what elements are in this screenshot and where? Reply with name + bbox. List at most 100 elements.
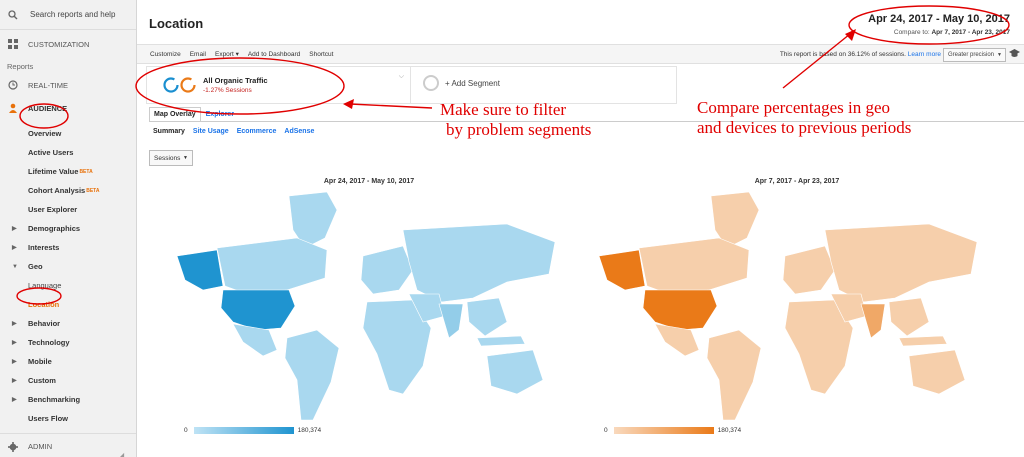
sidebar-search[interactable]: Search reports and help (0, 0, 136, 30)
alaska (177, 249, 224, 291)
date-range-picker[interactable]: Apr 24, 2017 - May 10, 2017 Compare to: … (868, 13, 1010, 36)
tab-map-overlay[interactable]: Map Overlay (149, 107, 201, 122)
sidebar-item-location[interactable]: Location (0, 296, 136, 313)
tab-site-usage[interactable]: Site Usage (193, 128, 229, 135)
sidebar-item-audience[interactable]: AUDIENCE (0, 96, 136, 120)
legend-gradient (613, 427, 714, 434)
add-segment-button[interactable]: + Add Segment (423, 75, 500, 91)
segment-bar: All Organic Traffic -1.27% Sessions ⌵ + … (146, 66, 677, 104)
segment-name: All Organic Traffic (203, 76, 268, 85)
legend-gradient (193, 427, 294, 434)
sidebar-item-custom[interactable]: ▶ Custom (0, 372, 136, 389)
sub-tabs: Summary Site Usage Ecommerce AdSense (153, 128, 322, 135)
sidebar-item-behavior[interactable]: ▶ Behavior (0, 315, 136, 332)
expand-arrow-icon: ▶ (12, 359, 17, 365)
clock-icon (7, 80, 19, 90)
segment-change: -1.27% Sessions (203, 87, 252, 94)
graduation-cap-icon[interactable] (1009, 49, 1020, 60)
south-america (284, 329, 340, 420)
sidebar-item-overview[interactable]: Overview (0, 125, 136, 142)
tab-summary[interactable]: Summary (153, 128, 185, 135)
sidebar-item-realtime[interactable]: REAL-TIME (0, 74, 136, 96)
date-range: Apr 24, 2017 - May 10, 2017 (868, 13, 1010, 25)
chevron-down-icon[interactable]: ⌵ (399, 73, 404, 81)
expand-arrow-icon: ▶ (12, 226, 17, 232)
annotation-filter: Make sure to filter by problem segments (440, 100, 592, 139)
metric-select[interactable]: Sessions ▼ (149, 150, 193, 166)
compare-range: Compare to: Apr 7, 2017 - Apr 23, 2017 (893, 29, 1010, 36)
south-america (706, 329, 762, 420)
southeast-asia (888, 297, 930, 337)
collapse-sidebar-icon[interactable]: ◢ (118, 451, 124, 457)
add-circle-icon (423, 75, 439, 91)
russia-asia (402, 223, 556, 303)
shortcut-button[interactable]: Shortcut (309, 51, 333, 58)
expand-arrow-icon: ▶ (12, 397, 17, 403)
europe (360, 245, 414, 295)
sidebar-item-admin[interactable]: ADMIN (0, 433, 136, 457)
sidebar-item-customization[interactable]: CUSTOMIZATION (0, 30, 136, 58)
map-title-previous: Apr 7, 2017 - Apr 23, 2017 (754, 178, 840, 185)
sidebar-item-lifetime-value[interactable]: Lifetime Value BETA (0, 163, 136, 180)
map-legend-previous: 0 180,374 (604, 427, 741, 434)
segment-card[interactable]: All Organic Traffic -1.27% Sessions ⌵ (147, 67, 411, 103)
australia (486, 349, 544, 395)
legend-min: 0 (184, 427, 188, 434)
search-icon (8, 9, 18, 19)
sidebar-item-cohort-analysis[interactable]: Cohort Analysis BETA (0, 182, 136, 199)
dashboard-icon (7, 39, 19, 49)
export-button[interactable]: Export ▾ (215, 50, 239, 58)
beta-badge: BETA (86, 187, 100, 194)
sidebar-item-active-users[interactable]: Active Users (0, 144, 136, 161)
sidebar-item-demographics[interactable]: ▶ Demographics (0, 220, 136, 237)
legend-min: 0 (604, 427, 608, 434)
search-placeholder: Search reports and help (30, 10, 116, 19)
expand-arrow-icon: ▶ (12, 321, 17, 327)
report-toolbar: Customize Email Export ▾ Add to Dashboar… (137, 44, 1024, 64)
tab-adsense[interactable]: AdSense (284, 128, 314, 135)
sidebar-item-user-explorer[interactable]: User Explorer (0, 201, 136, 218)
sidebar-item-geo[interactable]: ▼ Geo (0, 258, 136, 275)
expand-arrow-icon: ▶ (12, 378, 17, 384)
sidebar-item-technology[interactable]: ▶ Technology (0, 334, 136, 351)
tab-explorer[interactable]: Explorer (201, 107, 239, 122)
usa (220, 289, 296, 331)
reports-label: Reports (7, 61, 34, 71)
legend-max: 180,374 (297, 427, 322, 434)
australia (908, 349, 966, 395)
sidebar-item-mobile[interactable]: ▶ Mobile (0, 353, 136, 370)
usa (642, 289, 718, 331)
person-icon (7, 103, 19, 113)
main-content: Location Apr 24, 2017 - May 10, 2017 Com… (137, 0, 1024, 457)
learn-more-link[interactable]: Learn more (908, 51, 941, 58)
sidebar-item-users-flow[interactable]: Users Flow (0, 410, 136, 427)
sidebar-item-interests[interactable]: ▶ Interests (0, 239, 136, 256)
southeast-asia (466, 297, 508, 337)
world-map-previous[interactable] (599, 190, 984, 420)
gear-icon (7, 441, 19, 452)
indonesia (476, 335, 526, 347)
canada (216, 237, 328, 295)
legend-max: 180,374 (717, 427, 742, 434)
russia-asia (824, 223, 978, 303)
expand-arrow-icon: ▶ (12, 340, 17, 346)
sidebar-item-language[interactable]: Language (0, 277, 136, 294)
india (438, 303, 464, 339)
world-map-current[interactable] (177, 190, 562, 420)
annotation-compare: Compare percentages in geo and devices t… (697, 98, 912, 137)
beta-badge: BETA (79, 168, 93, 175)
alaska (599, 249, 646, 291)
precision-select[interactable]: Greater precision ▼ (943, 48, 1006, 62)
segment-ring-icon (163, 77, 196, 93)
map-legend-current: 0 180,374 (184, 427, 321, 434)
tab-ecommerce[interactable]: Ecommerce (237, 128, 277, 135)
sidebar-item-benchmarking[interactable]: ▶ Benchmarking (0, 391, 136, 408)
customize-button[interactable]: Customize (150, 51, 181, 58)
add-to-dashboard-button[interactable]: Add to Dashboard (248, 51, 300, 58)
chevron-down-icon: ▼ (183, 155, 188, 161)
view-tabs: Map Overlay Explorer (149, 107, 239, 122)
collapse-arrow-icon: ▼ (12, 263, 18, 270)
email-button[interactable]: Email (190, 51, 206, 58)
map-title-current: Apr 24, 2017 - May 10, 2017 (323, 178, 415, 185)
india (860, 303, 886, 339)
